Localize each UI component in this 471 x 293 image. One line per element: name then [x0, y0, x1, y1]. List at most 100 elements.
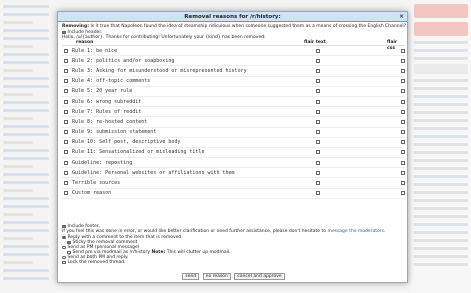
reason-row[interactable]: Rule 5: 20 year rule: [62, 87, 405, 97]
reason-label: Rule 3: Asking for misunderstood or misr…: [72, 67, 247, 74]
flair-css-checkbox[interactable]: [401, 109, 405, 114]
lock-option[interactable]: Lock the removed thread.: [62, 260, 405, 265]
reason-checkbox[interactable]: [64, 140, 68, 145]
dialog-titlebar: Removal reasons for /r/history: ×: [58, 12, 407, 22]
flair-text-checkbox[interactable]: [316, 140, 320, 145]
reason-checkbox[interactable]: [64, 150, 68, 155]
flair-text-checkbox[interactable]: [316, 48, 320, 53]
removing-line: Removing: Is it true that Napoleon found…: [62, 24, 407, 29]
reason-row[interactable]: Terrible sources: [62, 178, 405, 189]
flair-text-checkbox[interactable]: [316, 68, 320, 73]
reason-checkbox[interactable]: [64, 119, 68, 124]
flair-css-checkbox[interactable]: [401, 99, 405, 104]
flair-text-checkbox[interactable]: [316, 119, 320, 124]
flair-css-checkbox[interactable]: [401, 181, 405, 186]
flair-text-checkbox[interactable]: [316, 79, 320, 84]
pm-radio[interactable]: [62, 245, 66, 250]
background-left-column: [0, 0, 52, 293]
reason-checkbox[interactable]: [64, 160, 68, 165]
flair-css-checkbox[interactable]: [401, 58, 405, 63]
dialog-buttons: send no reason cancel and approve: [58, 273, 409, 280]
reply-radio[interactable]: [62, 235, 66, 240]
pm-note: This will clutter up modmail.: [166, 250, 231, 255]
close-icon[interactable]: ×: [399, 12, 404, 22]
flair-text-checkbox[interactable]: [316, 170, 320, 175]
reason-row[interactable]: Rule 3: Asking for misunderstood or misr…: [62, 66, 405, 77]
flair-text-checkbox[interactable]: [316, 181, 320, 186]
flair-text-checkbox[interactable]: [316, 130, 320, 135]
reason-row[interactable]: Rule 1: be nice: [62, 46, 405, 57]
flair-text-checkbox[interactable]: [316, 89, 320, 94]
footer-options: Include footer. If you feel this was don…: [62, 224, 405, 265]
sticky-checkbox[interactable]: [67, 240, 71, 245]
flair-text-checkbox[interactable]: [316, 109, 320, 114]
flair-css-checkbox[interactable]: [401, 160, 405, 165]
reason-checkbox[interactable]: [64, 99, 68, 104]
background-sidebar: [411, 0, 471, 293]
flair-css-checkbox[interactable]: [401, 48, 405, 53]
flair-text-checkbox[interactable]: [316, 150, 320, 155]
send-button[interactable]: send: [182, 273, 200, 280]
reason-row[interactable]: Rule 4: off-topic comments: [62, 77, 405, 87]
flair-css-checkbox[interactable]: [401, 130, 405, 135]
reason-checkbox[interactable]: [64, 48, 68, 53]
reason-label: Rule 1: be nice: [72, 47, 118, 54]
flair-css-checkbox[interactable]: [401, 140, 405, 145]
reason-label: Custom reason: [72, 190, 112, 197]
reason-row[interactable]: Guideline: reposting: [62, 158, 405, 169]
reason-rows: Rule 1: be nice Rule 2: politics and/or s…: [62, 46, 405, 199]
reason-label: Rule 2: politics and/or soapboxing: [72, 57, 175, 64]
flair-css-checkbox[interactable]: [401, 79, 405, 84]
reason-row[interactable]: Guideline: Personal websites or affiliat…: [62, 168, 405, 179]
flair-css-checkbox[interactable]: [401, 170, 405, 175]
flair-text-checkbox[interactable]: [316, 58, 320, 63]
reason-label: Rule 11: Sensationalized or misleading t…: [72, 149, 205, 156]
removing-prefix: Removing:: [62, 24, 89, 29]
flair-text-checkbox[interactable]: [316, 191, 320, 196]
reason-row[interactable]: Rule 11: Sensationalized or misleading t…: [62, 148, 405, 159]
reason-label: Rule 6: wrong subreddit: [72, 98, 142, 105]
flair-css-checkbox[interactable]: [401, 150, 405, 155]
reason-checkbox[interactable]: [64, 181, 68, 186]
dialog-title: Removal reasons for /r/history:: [184, 14, 281, 20]
message-moderators-link[interactable]: message the moderators: [327, 229, 384, 234]
include-footer-checkbox[interactable]: [62, 224, 66, 229]
reason-checkbox[interactable]: [64, 68, 68, 73]
reason-label: Guideline: Personal websites or affiliat…: [72, 169, 235, 176]
pm-note-label: Note:: [151, 250, 166, 255]
flair-css-checkbox[interactable]: [401, 68, 405, 73]
reason-checkbox[interactable]: [64, 89, 68, 94]
reason-checkbox[interactable]: [64, 191, 68, 196]
reasons-table: reason flair text flair css Rule 1: be n…: [62, 40, 405, 199]
reason-row[interactable]: Custom reason: [62, 189, 405, 199]
footer-text-body: If you feel this was done in error, or w…: [62, 229, 328, 234]
reason-label: Rule 9: submission statement: [72, 129, 157, 136]
pm-modmail-checkbox[interactable]: [67, 250, 71, 255]
no-reason-button[interactable]: no reason: [202, 273, 231, 280]
reason-label: Terrible sources: [72, 180, 121, 187]
reason-row[interactable]: Rule 6: wrong subreddit: [62, 97, 405, 108]
flair-text-checkbox[interactable]: [316, 160, 320, 165]
reason-row[interactable]: Rule 8: re-hosted content: [62, 117, 405, 128]
reason-checkbox[interactable]: [64, 170, 68, 175]
reason-checkbox[interactable]: [64, 109, 68, 114]
flair-text-checkbox[interactable]: [316, 99, 320, 104]
reason-checkbox[interactable]: [64, 130, 68, 135]
reason-row[interactable]: Rule 7: Rules of reddit: [62, 107, 405, 118]
reason-label: Rule 5: 20 year rule: [72, 88, 133, 95]
reason-row[interactable]: Rule 10: Self post, descriptive body: [62, 138, 405, 148]
reason-checkbox[interactable]: [64, 58, 68, 63]
flair-css-checkbox[interactable]: [401, 89, 405, 94]
flair-css-checkbox[interactable]: [401, 119, 405, 124]
include-header-checkbox[interactable]: [62, 30, 66, 35]
lock-checkbox[interactable]: [62, 260, 66, 265]
both-radio[interactable]: [62, 255, 66, 260]
reason-row[interactable]: Rule 9: submission statement: [62, 128, 405, 138]
reason-checkbox[interactable]: [64, 79, 68, 84]
reason-row[interactable]: Rule 2: politics and/or soapboxing: [62, 56, 405, 67]
flair-css-checkbox[interactable]: [401, 191, 405, 196]
reason-label: Rule 4: off-topic comments: [72, 78, 151, 85]
removing-text: Is it true that Napoleon found the idea …: [90, 24, 407, 29]
cancel-approve-button[interactable]: cancel and approve: [234, 273, 285, 280]
footer-text[interactable]: If you feel this was done in error, or w…: [62, 229, 405, 234]
